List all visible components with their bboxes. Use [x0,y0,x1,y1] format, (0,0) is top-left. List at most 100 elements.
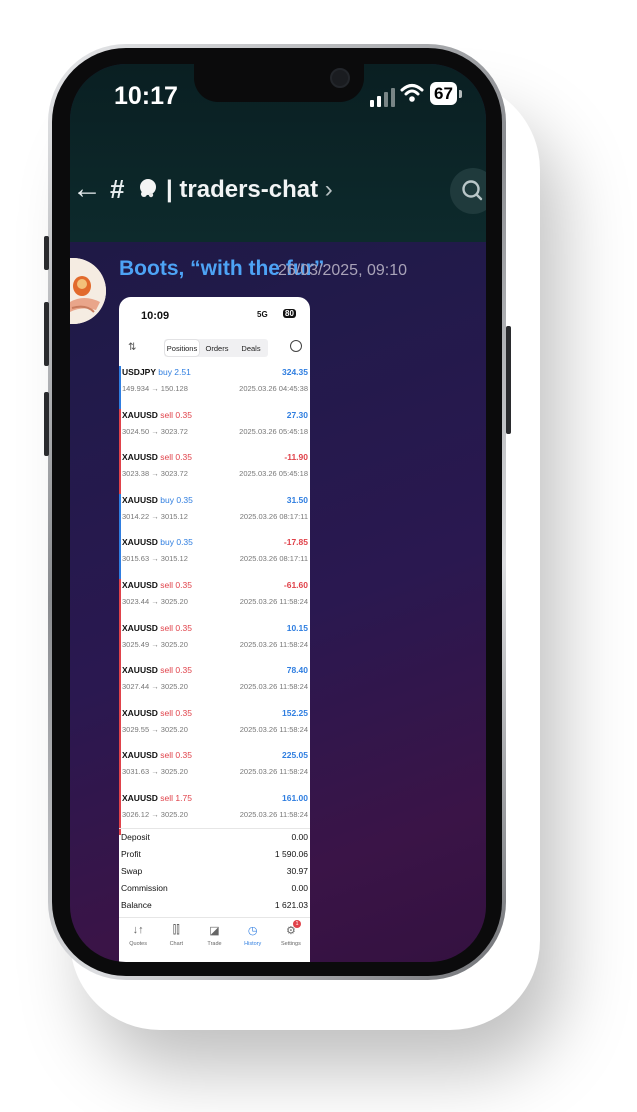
search-button[interactable] [450,168,486,214]
summary-label: Balance [121,900,152,910]
summary-row: Commission 0.00 [119,880,310,897]
nav-trade: ◪ Trade [195,918,233,962]
status-time: 10:17 [114,82,178,110]
summary-value: 30.97 [286,866,308,876]
deal-time: 2025.03.26 08:17:11 [239,511,308,521]
trade-icon: ◪ [209,925,220,937]
message-timestamp: 26/03/2025, 09:10 [278,262,408,279]
channel-name: traders-chat [179,176,319,203]
clock-icon [290,340,302,352]
battery-indicator: 67 [430,82,457,105]
attachment-status-bar: 10:09 5G 80 [119,297,310,331]
deal-profit: -17.85 [283,537,308,548]
deal-symbol: XAUUSD buy 0.35 [122,494,193,505]
battery-tip [459,90,462,98]
deal-time: 2025.03.26 08:17:11 [239,554,308,564]
deal-profit: -61.60 [283,579,308,590]
deal-prices: 149.934 → 150.128 [122,384,188,393]
channel-title[interactable]: | traders-chat › [166,176,333,204]
deal-profit: 10.15 [286,622,308,633]
deal-time: 2025.03.26 11:58:24 [239,682,308,692]
deal-symbol: XAUUSD sell 0.35 [122,452,192,463]
nav-history: ◷ History [234,918,272,962]
chevron-right-icon: › [324,176,333,203]
nav-label: History [244,941,262,947]
deal-row: XAUUSD buy 0.35 3014.22 → 3015.12 31.50 202… [119,493,310,537]
search-icon [462,180,483,201]
phone-screen: 10:17 67 ← # | traders-chat › Boots, “wi… [70,64,486,962]
deal-profit: 31.50 [286,494,308,505]
nav-label: Quotes [129,941,147,947]
deal-side: sell 0.35 [160,452,192,463]
deal-side: sell 0.35 [160,665,192,676]
deal-prices: 3015.63 → 3015.12 [122,554,188,564]
deal-time: 2025.03.26 04:45:38 [239,384,308,393]
sort-icon: ⇅ [128,342,137,353]
attachment-time: 10:09 [141,310,170,322]
deal-side: sell 0.35 [160,622,192,633]
deal-side: buy 0.35 [160,537,193,548]
nav-settings: ⚙ Settings 1 [272,918,310,962]
deal-side: sell 0.35 [160,750,192,761]
deal-row: XAUUSD buy 0.35 3015.63 → 3015.12 -17.85 20… [119,536,310,579]
deal-prices: 3026.12 → 3025.20 [122,809,188,819]
deal-profit: 78.40 [286,665,308,676]
nav-label: Chart [169,941,184,947]
deal-side: sell 0.35 [160,707,192,718]
deals-list: USDJPY buy 2.51 149.934 → 150.128 324.35 20… [119,366,310,835]
deal-prices: 3014.22 → 3015.12 [122,511,188,521]
deal-time: 2025.03.26 11:58:24 [239,767,308,777]
avatar[interactable] [70,258,106,324]
nav-label: Settings [280,941,301,947]
account-summary: Deposit 0.00 Profit 1 590.06 Swap 30.97 Commis… [119,828,310,914]
quotes-icon: ↓↑ [132,924,144,936]
attached-screenshot[interactable]: 10:09 5G 80 ⇅ Positions Orders Deals USD… [119,297,310,962]
deal-symbol: XAUUSD sell 0.35 [122,409,192,420]
chart-icon: ⫿⫿ [172,924,180,936]
summary-label: Commission [121,883,168,893]
cell-signal-icon [370,88,395,107]
deal-symbol: XAUUSD sell 1.75 [122,792,192,803]
deal-symbol: XAUUSD sell 0.35 [122,750,192,761]
summary-row: Balance 1 621.03 [119,897,310,914]
deal-prices: 3027.44 → 3025.20 [122,682,188,692]
deal-symbol: XAUUSD sell 0.35 [122,665,192,676]
tab-positions: Positions [165,340,199,356]
summary-row: Profit 1 590.06 [119,846,310,863]
avatar-image [70,258,106,324]
nav-chart: ⫿⫿ Chart [157,918,195,962]
deal-time: 2025.03.26 11:58:24 [239,596,308,606]
channel-separator: | [166,176,173,203]
summary-value: 0.00 [291,883,308,893]
deal-time: 2025.03.26 11:58:24 [239,809,308,819]
deal-profit: 27.30 [286,409,308,420]
deal-time: 2025.03.26 05:45:18 [239,426,308,436]
summary-value: 1 621.03 [274,900,308,910]
deal-profit: -11.90 [284,452,308,463]
deal-side: sell 0.35 [160,409,192,420]
deal-row: XAUUSD sell 0.35 3031.63 → 3025.20 225.05 2… [119,749,310,792]
deal-symbol: XAUUSD buy 0.35 [122,537,193,548]
tab-orders: Orders [205,343,229,353]
deal-prices: 3024.50 → 3023.72 [122,426,188,436]
deal-prices: 3023.38 → 3023.72 [122,469,188,479]
deal-prices: 3023.44 → 3025.20 [122,596,188,606]
phone-notch [194,64,364,102]
power-button [506,326,511,434]
mute-switch [44,236,49,270]
deal-prices: 3025.49 → 3025.20 [122,639,188,649]
attachment-battery: 80 [283,309,296,318]
deal-profit: 152.25 [282,707,308,718]
deal-time: 2025.03.26 05:45:18 [239,469,308,479]
segmented-control: Positions Orders Deals [164,339,268,357]
deal-side: buy 2.51 [158,367,191,377]
deal-time: 2025.03.26 11:58:24 [239,639,308,649]
deal-time: 2025.03.26 11:58:24 [239,724,308,734]
back-arrow-icon[interactable]: ← [72,172,102,206]
deal-row: XAUUSD sell 0.35 3025.49 → 3025.20 10.15 20… [119,621,310,665]
deal-row: XAUUSD sell 0.35 3023.38 → 3023.72 -11.90 2… [119,451,310,494]
summary-row: Deposit 0.00 [119,829,310,846]
summary-label: Swap [121,866,143,876]
volume-up-button [44,302,49,366]
deal-profit: 225.05 [282,750,308,761]
